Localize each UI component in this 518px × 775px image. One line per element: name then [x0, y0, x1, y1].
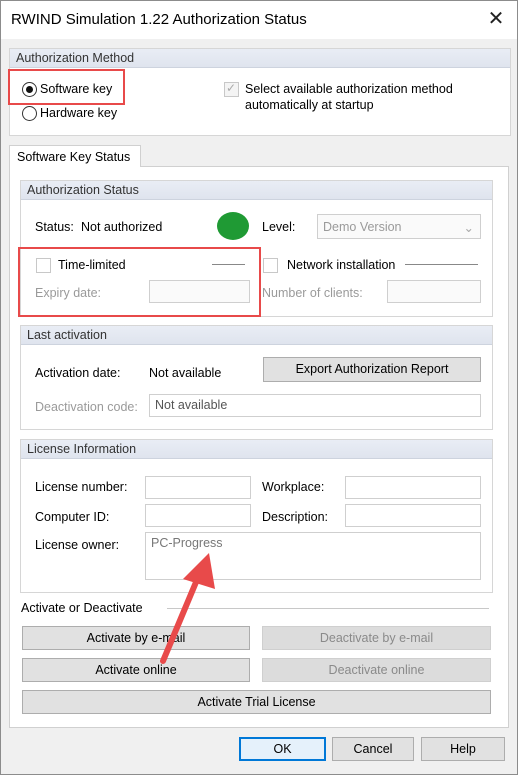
- network-installation-checkbox[interactable]: [263, 258, 278, 273]
- description-field[interactable]: [345, 504, 481, 527]
- network-installation-divider: [405, 264, 478, 265]
- hardware-key-label[interactable]: Hardware key: [40, 106, 117, 120]
- status-value: Not authorized: [81, 220, 163, 234]
- chevron-down-icon: ⌄: [463, 221, 474, 235]
- authorization-method-header: Authorization Method: [10, 49, 510, 68]
- number-of-clients-field[interactable]: [387, 280, 481, 303]
- license-number-field[interactable]: [145, 476, 251, 499]
- annotation-arrow-icon: [160, 553, 215, 664]
- tab-label: Software Key Status: [17, 150, 131, 164]
- workplace-field[interactable]: [345, 476, 481, 499]
- activation-date-label: Activation date:: [35, 366, 121, 380]
- activation-date-value: Not available: [149, 366, 222, 380]
- level-label: Level:: [262, 220, 296, 234]
- time-limited-highlight-box: [18, 247, 261, 317]
- level-value: Demo Version: [323, 220, 402, 234]
- authorization-status-header: Authorization Status: [21, 181, 492, 200]
- deactivate-by-email-button[interactable]: Deactivate by e-mail: [262, 626, 491, 650]
- last-activation-header: Last activation: [21, 326, 492, 345]
- help-button[interactable]: Help: [421, 737, 505, 761]
- close-icon[interactable]: ✕: [483, 5, 509, 33]
- workplace-label: Workplace:: [262, 480, 325, 494]
- status-label: Status:: [35, 220, 74, 234]
- level-select[interactable]: Demo Version ⌄: [317, 214, 481, 239]
- hardware-key-radio[interactable]: [22, 106, 37, 121]
- activate-deactivate-header: Activate or Deactivate: [21, 601, 143, 615]
- activate-trial-license-button[interactable]: Activate Trial License: [22, 690, 491, 714]
- description-label: Description:: [262, 510, 328, 524]
- auto-select-checkbox[interactable]: [224, 81, 239, 97]
- license-owner-label: License owner:: [35, 538, 120, 552]
- deactivation-code-field[interactable]: Not available: [149, 394, 481, 417]
- tab-software-key-status[interactable]: Software Key Status: [9, 145, 141, 167]
- auto-select-label-line1: Select available authorization method: [245, 82, 453, 96]
- auto-select-label-line2: automatically at startup: [245, 98, 374, 112]
- window-title: RWIND Simulation 1.22 Authorization Stat…: [11, 11, 307, 28]
- cancel-button[interactable]: Cancel: [332, 737, 414, 761]
- network-installation-label[interactable]: Network installation: [287, 258, 395, 272]
- deactivation-code-label: Deactivation code:: [35, 400, 138, 414]
- license-information-header: License Information: [21, 440, 492, 459]
- computer-id-field[interactable]: [145, 504, 251, 527]
- title-bar: RWIND Simulation 1.22 Authorization Stat…: [1, 1, 517, 39]
- software-key-highlight-box: [8, 69, 125, 105]
- license-number-label: License number:: [35, 480, 128, 494]
- deactivate-online-button[interactable]: Deactivate online: [262, 658, 491, 682]
- status-indicator-icon: [217, 212, 249, 240]
- ok-button[interactable]: OK: [239, 737, 326, 761]
- export-authorization-report-button[interactable]: Export Authorization Report: [263, 357, 481, 382]
- dialog-window: RWIND Simulation 1.22 Authorization Stat…: [0, 0, 518, 775]
- number-of-clients-label: Number of clients:: [262, 286, 363, 300]
- computer-id-label: Computer ID:: [35, 510, 110, 524]
